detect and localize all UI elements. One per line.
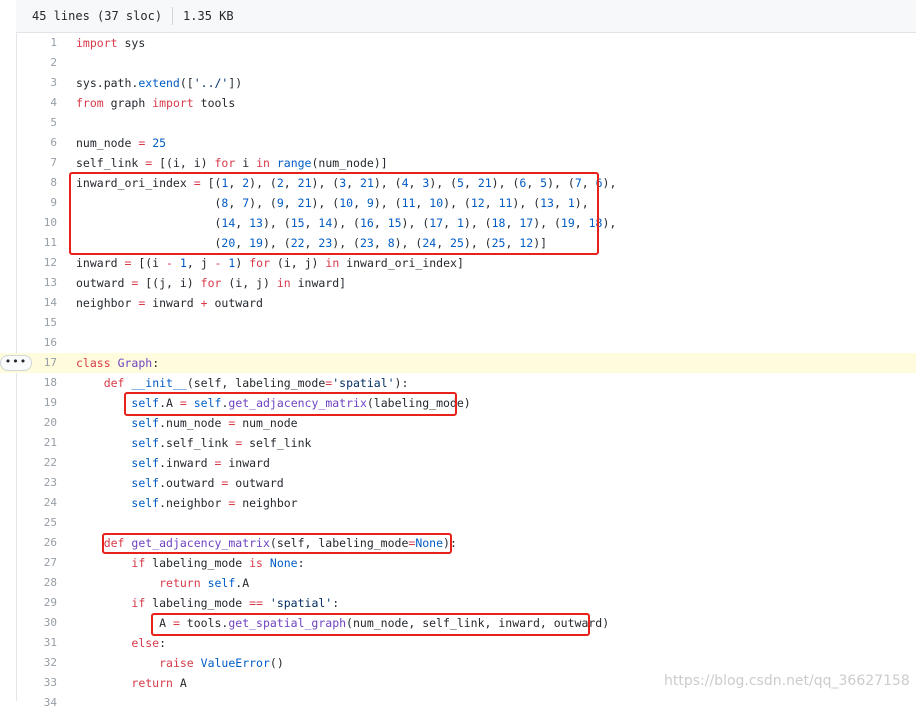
code-line: 16	[0, 333, 916, 353]
code-view: 1 import sys 2 3 sys.path.extend(['../']) 4 fr…	[0, 33, 916, 713]
code-line: 31 else:	[0, 633, 916, 653]
code-line: 20 self.num_node = num_node	[0, 413, 916, 433]
line-number[interactable]: 33	[17, 673, 57, 693]
code-text: return A	[131, 676, 187, 690]
code-line: 6 num_node = 25	[0, 133, 916, 153]
code-text: self.neighbor = neighbor	[131, 496, 298, 510]
line-number[interactable]: 5	[17, 113, 57, 133]
line-number[interactable]: 11	[17, 233, 57, 253]
code-line: 18 def __init__(self, labeling_mode='spa…	[0, 373, 916, 393]
code-line: 25	[0, 513, 916, 533]
line-number[interactable]: 32	[17, 653, 57, 673]
code-text: self_link = [(i, i) for i in range(num_n…	[76, 156, 388, 170]
code-text: if labeling_mode == 'spatial':	[131, 596, 340, 610]
code-line: 1 import sys	[0, 33, 916, 53]
line-number[interactable]: 27	[17, 553, 57, 573]
code-line: 27 if labeling_mode is None:	[0, 553, 916, 573]
line-number[interactable]: 30	[17, 613, 57, 633]
line-number[interactable]: 6	[17, 133, 57, 153]
code-text: sys.path.extend(['../'])	[76, 76, 243, 90]
line-number[interactable]: 19	[17, 393, 57, 413]
line-number[interactable]: 9	[17, 193, 57, 213]
code-line: 14 neighbor = inward + outward	[0, 293, 916, 313]
code-text: self.num_node = num_node	[131, 416, 298, 430]
line-options-button[interactable]: •••	[0, 355, 32, 371]
annotation-box-spatial-graph	[151, 613, 590, 636]
line-number[interactable]: 18	[17, 373, 57, 393]
line-number[interactable]: 10	[17, 213, 57, 233]
line-number[interactable]: 24	[17, 493, 57, 513]
code-line: 15	[0, 313, 916, 333]
code-line: 34	[0, 693, 916, 713]
code-line: 3 sys.path.extend(['../'])	[0, 73, 916, 93]
code-text: self.self_link = self_link	[131, 436, 312, 450]
line-number[interactable]: 3	[17, 73, 57, 93]
code-line: 13 outward = [(j, i) for (i, j) in inward…	[0, 273, 916, 293]
code-text: self.outward = outward	[131, 476, 284, 490]
line-number[interactable]: 21	[17, 433, 57, 453]
line-number[interactable]: 7	[17, 153, 57, 173]
line-number[interactable]: 14	[17, 293, 57, 313]
code-text: import sys	[76, 36, 146, 50]
code-line: 2	[0, 53, 916, 73]
code-line: 12 inward = [(i - 1, j - 1) for (i, j) in…	[0, 253, 916, 273]
annotation-box-def-adjacency	[102, 533, 452, 554]
code-text: if labeling_mode is None:	[131, 556, 305, 570]
code-line: 29 if labeling_mode == 'spatial':	[0, 593, 916, 613]
code-text: else:	[131, 636, 167, 650]
line-number[interactable]: 28	[17, 573, 57, 593]
line-number[interactable]: 15	[17, 313, 57, 333]
code-text: self.inward = inward	[131, 456, 270, 470]
line-number[interactable]: 13	[17, 273, 57, 293]
code-text: num_node = 25	[76, 136, 167, 150]
line-number[interactable]: 16	[17, 333, 57, 353]
code-line: 21 self.self_link = self_link	[0, 433, 916, 453]
code-line: 5	[0, 113, 916, 133]
line-number[interactable]: 12	[17, 253, 57, 273]
line-number[interactable]: 1	[17, 33, 57, 53]
code-line: 17 class Graph:	[0, 353, 916, 373]
code-line: 23 self.outward = outward	[0, 473, 916, 493]
code-text: raise ValueError()	[159, 656, 284, 670]
line-number[interactable]: 26	[17, 533, 57, 553]
code-text: def __init__(self, labeling_mode='spatia…	[103, 376, 409, 390]
code-line: 22 self.inward = inward	[0, 453, 916, 473]
line-number[interactable]: 31	[17, 633, 57, 653]
code-line: 28 return self.A	[0, 573, 916, 593]
line-number[interactable]: 2	[17, 53, 57, 73]
line-number[interactable]: 29	[17, 593, 57, 613]
line-number[interactable]: 22	[17, 453, 57, 473]
annotation-box-inward-index	[69, 172, 599, 255]
divider	[172, 7, 174, 25]
code-line: 32 raise ValueError()	[0, 653, 916, 673]
line-number[interactable]: 23	[17, 473, 57, 493]
file-line-count: 45 lines (37 sloc)	[32, 9, 163, 23]
watermark: https://blog.csdn.net/qq_36627158	[664, 673, 910, 689]
code-text: neighbor = inward + outward	[76, 296, 263, 310]
code-line: 7 self_link = [(i, i) for i in range(num_…	[0, 153, 916, 173]
file-size: 1.35 KB	[183, 9, 234, 23]
code-text: inward = [(i - 1, j - 1) for (i, j) in i…	[76, 256, 464, 270]
line-number[interactable]: 20	[17, 413, 57, 433]
line-number[interactable]: 34	[17, 693, 57, 713]
code-line: 24 self.neighbor = neighbor	[0, 493, 916, 513]
code-text: outward = [(j, i) for (i, j) in inward]	[76, 276, 347, 290]
code-text: from graph import tools	[76, 96, 236, 110]
code-text: return self.A	[159, 576, 250, 590]
code-line: 4 from graph import tools	[0, 93, 916, 113]
line-number[interactable]: 4	[17, 93, 57, 113]
line-number[interactable]: 25	[17, 513, 57, 533]
code-text: class Graph:	[76, 356, 160, 370]
file-info-bar: 45 lines (37 sloc) 1.35 KB	[16, 0, 916, 33]
annotation-box-self-a	[124, 392, 457, 416]
line-number[interactable]: 8	[17, 173, 57, 193]
